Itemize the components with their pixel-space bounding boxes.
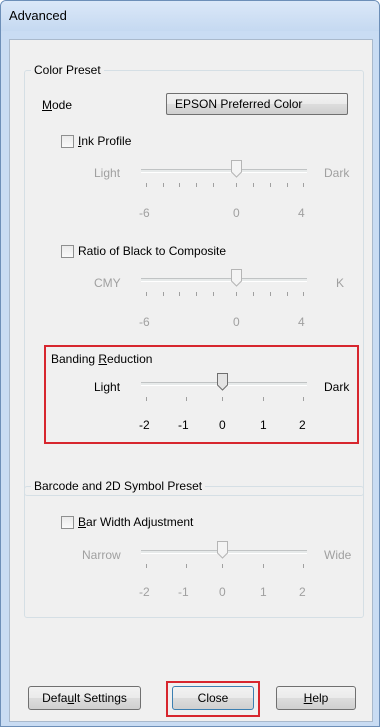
bar-width-tick-label: 2 [299, 585, 306, 599]
mode-select[interactable]: EPSON Preferred Color [166, 93, 348, 115]
help-button[interactable]: Help [276, 686, 356, 710]
ink-profile-tick-label: 0 [233, 206, 240, 220]
ink-profile-label: Ink Profile [78, 134, 132, 148]
black-ratio-tick-label: -6 [139, 315, 150, 329]
banding-tick-label: -1 [178, 418, 189, 432]
banding-tick-label: 1 [260, 418, 267, 432]
black-ratio-left-label: CMY [94, 276, 121, 290]
mode-label: Mode [42, 98, 73, 112]
barcode-legend: Barcode and 2D Symbol Preset [31, 479, 206, 493]
banding-left-label: Light [94, 380, 121, 394]
banding-right-label: Dark [324, 380, 350, 394]
bar-width-checkbox[interactable] [61, 516, 74, 529]
color-preset-legend: Color Preset [31, 63, 104, 77]
advanced-dialog: Advanced Color Preset Mode EPSON Preferr… [0, 0, 380, 727]
black-ratio-right-label: K [336, 276, 345, 290]
close-button[interactable]: Close [172, 686, 254, 710]
bar-width-slider-thumb[interactable] [217, 541, 228, 559]
bar-width-tick-label: -2 [139, 585, 150, 599]
title-bar[interactable]: Advanced [1, 1, 379, 31]
black-ratio-slider-track[interactable] [141, 278, 307, 282]
mode-select-value: EPSON Preferred Color [175, 97, 303, 111]
ink-profile-tick-label: -6 [139, 206, 150, 220]
bar-width-tick-label: -1 [178, 585, 189, 599]
black-ratio-tick-label: 4 [298, 315, 305, 329]
ink-profile-left-label: Light [94, 166, 121, 180]
default-settings-button[interactable]: Default Settings [28, 686, 141, 710]
banding-tick-label: 0 [219, 418, 226, 432]
bar-width-label: Bar Width Adjustment [78, 515, 194, 529]
ink-profile-slider-thumb[interactable] [231, 160, 242, 178]
banding-tick-label: -2 [139, 418, 150, 432]
banding-slider-thumb[interactable] [217, 373, 228, 391]
black-ratio-slider-thumb[interactable] [231, 269, 242, 287]
black-ratio-label: Ratio of Black to Composite [78, 244, 227, 258]
dialog-body: Color Preset Mode EPSON Preferred Color … [9, 39, 373, 722]
bar-width-tick-label: 1 [260, 585, 267, 599]
bar-width-right-label: Wide [324, 548, 352, 562]
bar-width-left-label: Narrow [82, 548, 121, 562]
black-ratio-tick-label: 0 [233, 315, 240, 329]
banding-tick-label: 2 [299, 418, 306, 432]
ink-profile-right-label: Dark [324, 166, 350, 180]
bar-width-tick-label: 0 [219, 585, 226, 599]
black-ratio-checkbox[interactable] [61, 245, 74, 258]
banding-reduction-label: Banding Reduction [51, 352, 153, 366]
window-title: Advanced [9, 8, 67, 23]
ink-profile-slider-track[interactable] [141, 169, 307, 173]
ink-profile-tick-label: 4 [298, 206, 305, 220]
ink-profile-checkbox[interactable] [61, 135, 74, 148]
